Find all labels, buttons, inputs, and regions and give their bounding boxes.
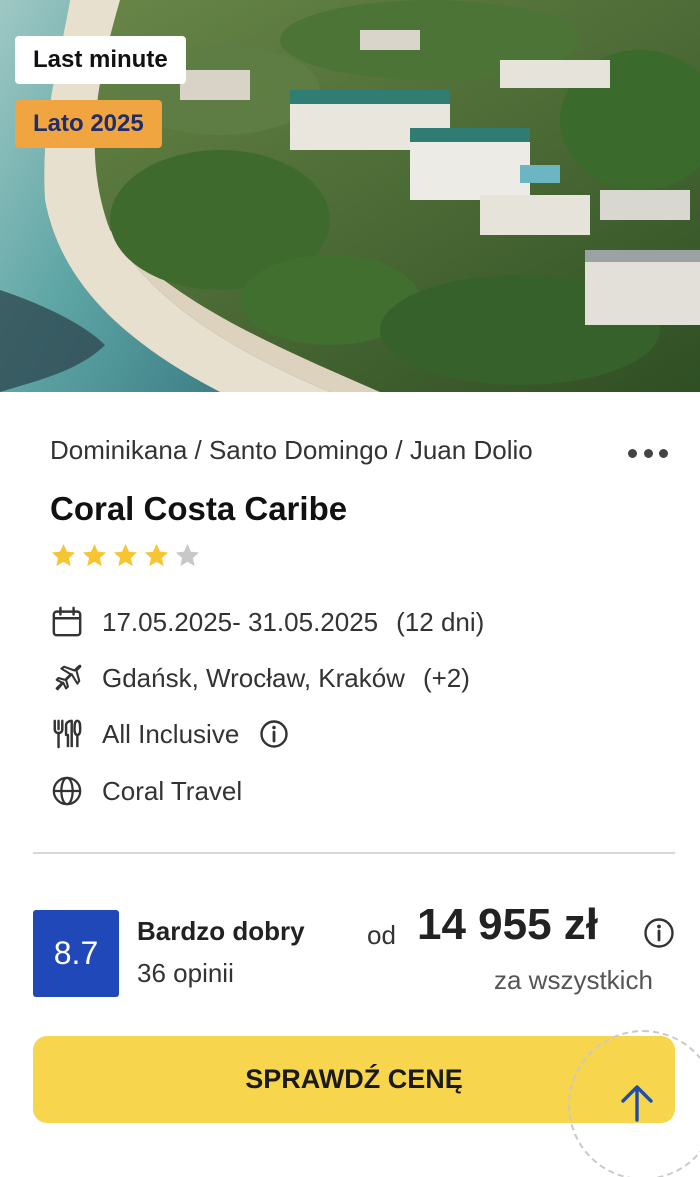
check-price-button[interactable]: SPRAWDŹ CENĘ	[33, 1036, 675, 1123]
price-prefix: od	[367, 920, 396, 950]
price-note: za wszystkich	[494, 965, 653, 995]
reviews-count[interactable]: 36 opinii	[137, 958, 234, 989]
hotel-name[interactable]: Coral Costa Caribe	[50, 490, 347, 528]
more-dot-icon	[628, 448, 637, 458]
globe-icon	[50, 774, 84, 808]
star-filled-icon	[144, 544, 169, 567]
more-dot-icon	[659, 448, 668, 458]
price-amount: 14 955 zł	[417, 900, 599, 949]
calendar-icon	[50, 605, 84, 639]
more-dot-icon	[643, 448, 653, 458]
rating-score-badge: 8.7	[33, 910, 119, 997]
star-rating	[50, 542, 201, 569]
location-breadcrumb[interactable]: Dominikana / Santo Domingo / Juan Dolio	[50, 435, 533, 466]
heart-icon	[622, 34, 700, 392]
divider	[33, 852, 675, 854]
favorite-button[interactable]	[622, 34, 676, 84]
departure-airports: Gdańsk, Wrocław, Kraków	[102, 662, 405, 693]
trip-duration: (12 dni)	[396, 606, 485, 637]
departures-row: Gdańsk, Wrocław, Kraków (+2)	[50, 658, 470, 698]
price-info-icon[interactable]	[643, 917, 675, 949]
star-filled-icon	[51, 544, 76, 567]
last-minute-badge: Last minute	[15, 36, 186, 84]
more-options-button[interactable]	[624, 436, 672, 470]
arrow-up-icon	[621, 1085, 653, 1122]
operator-row: Coral Travel	[50, 771, 242, 811]
cutlery-icon	[50, 717, 84, 751]
airplane-icon	[50, 661, 84, 695]
scroll-to-top-button[interactable]	[614, 1080, 660, 1126]
star-filled-icon	[113, 544, 138, 567]
board-info-icon[interactable]	[259, 719, 289, 749]
board-row: All Inclusive	[50, 714, 289, 754]
star-filled-icon	[82, 544, 107, 567]
offer-card[interactable]: Last minute Lato 2025 Dominikana / Santo…	[0, 0, 700, 1160]
season-badge: Lato 2025	[15, 100, 162, 148]
more-airports-count[interactable]: (+2)	[423, 663, 470, 694]
rating-label: Bardzo dobry	[137, 916, 305, 946]
travel-dates: 17.05.2025- 31.05.2025	[102, 606, 379, 637]
hotel-photo[interactable]: Last minute Lato 2025	[0, 0, 700, 392]
board-type: All Inclusive	[102, 718, 240, 749]
dates-row: 17.05.2025- 31.05.2025 (12 dni)	[50, 602, 484, 642]
star-empty-icon	[175, 544, 200, 567]
tour-operator: Coral Travel	[102, 775, 243, 806]
